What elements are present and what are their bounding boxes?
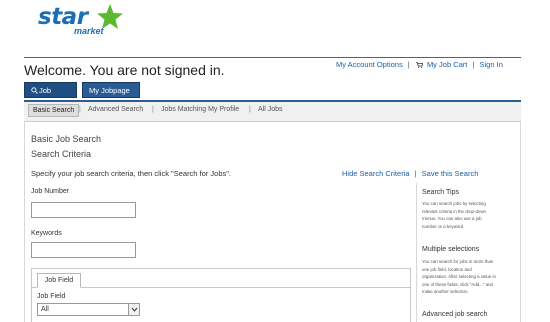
tab-all-jobs[interactable]: All Jobs <box>258 106 283 113</box>
advanced-search-heading: Advanced job search <box>422 311 488 318</box>
section-title: Search Criteria <box>31 149 92 159</box>
job-search-nav-button[interactable]: Job Search <box>24 82 77 111</box>
my-job-cart-link[interactable]: My Job Cart <box>427 60 467 69</box>
search-tips-text: You can search jobs by selecting relevan… <box>422 201 486 229</box>
tab-basic-search[interactable]: Basic Search <box>28 104 80 117</box>
multiple-selections-text: You can search for jobs in more than one… <box>422 259 496 295</box>
chevron-down-icon[interactable] <box>128 304 139 315</box>
keywords-label: Keywords <box>31 230 62 237</box>
hide-search-criteria-link[interactable]: Hide Search Criteria <box>342 169 410 178</box>
search-tips-sidebar: Search Tips You can search jobs by selec… <box>416 183 499 322</box>
search-icon <box>31 87 38 94</box>
tab-job-field[interactable]: Job Field <box>37 273 81 288</box>
tab-jobs-matching-profile[interactable]: Jobs Matching My Profile <box>161 106 239 113</box>
search-tips-heading: Search Tips <box>422 189 459 196</box>
tab-divider <box>32 287 410 288</box>
tab-separator: | <box>249 106 251 113</box>
logo-subword: market <box>74 26 104 36</box>
save-search-link[interactable]: Save this Search <box>422 169 479 178</box>
search-panel: Basic Job Search Search Criteria Specify… <box>24 122 521 322</box>
tab-advanced-search[interactable]: Advanced Search <box>88 106 143 113</box>
cart-icon <box>415 62 423 68</box>
job-field-select[interactable]: All <box>37 303 140 316</box>
job-number-input[interactable] <box>31 202 136 218</box>
welcome-message: Welcome. You are not signed in. <box>24 62 225 78</box>
search-subtabs: Basic Search | Advanced Search | Jobs Ma… <box>24 100 521 122</box>
page-title: Basic Job Search <box>31 134 102 144</box>
sign-in-link[interactable]: Sign In <box>480 60 503 69</box>
job-number-label: Job Number <box>31 188 70 195</box>
multiple-selections-heading: Multiple selections <box>422 246 480 253</box>
my-account-options-link[interactable]: My Account Options <box>336 60 403 69</box>
search-instructions: Specify your job search criteria, then c… <box>31 169 231 178</box>
star-market-logo[interactable]: star market <box>38 4 128 38</box>
header-divider <box>24 57 521 58</box>
account-links: My Account Options | My Job Cart | Sign … <box>336 60 503 69</box>
keywords-input[interactable] <box>31 242 136 258</box>
link-separator: | <box>414 169 417 178</box>
job-field-section: Job Field Job Field All <box>31 268 411 322</box>
tab-separator: | <box>79 106 81 113</box>
job-field-selected-value: All <box>41 306 49 313</box>
job-field-label: Job Field <box>37 293 66 300</box>
my-jobpage-nav-button[interactable]: My Jobpage <box>82 82 140 98</box>
criteria-links: Hide Search Criteria | Save this Search <box>342 169 478 178</box>
my-jobpage-nav-label: My Jobpage <box>89 86 130 95</box>
link-separator: | <box>407 60 410 69</box>
link-separator: | <box>472 60 475 69</box>
tab-separator: | <box>152 106 154 113</box>
